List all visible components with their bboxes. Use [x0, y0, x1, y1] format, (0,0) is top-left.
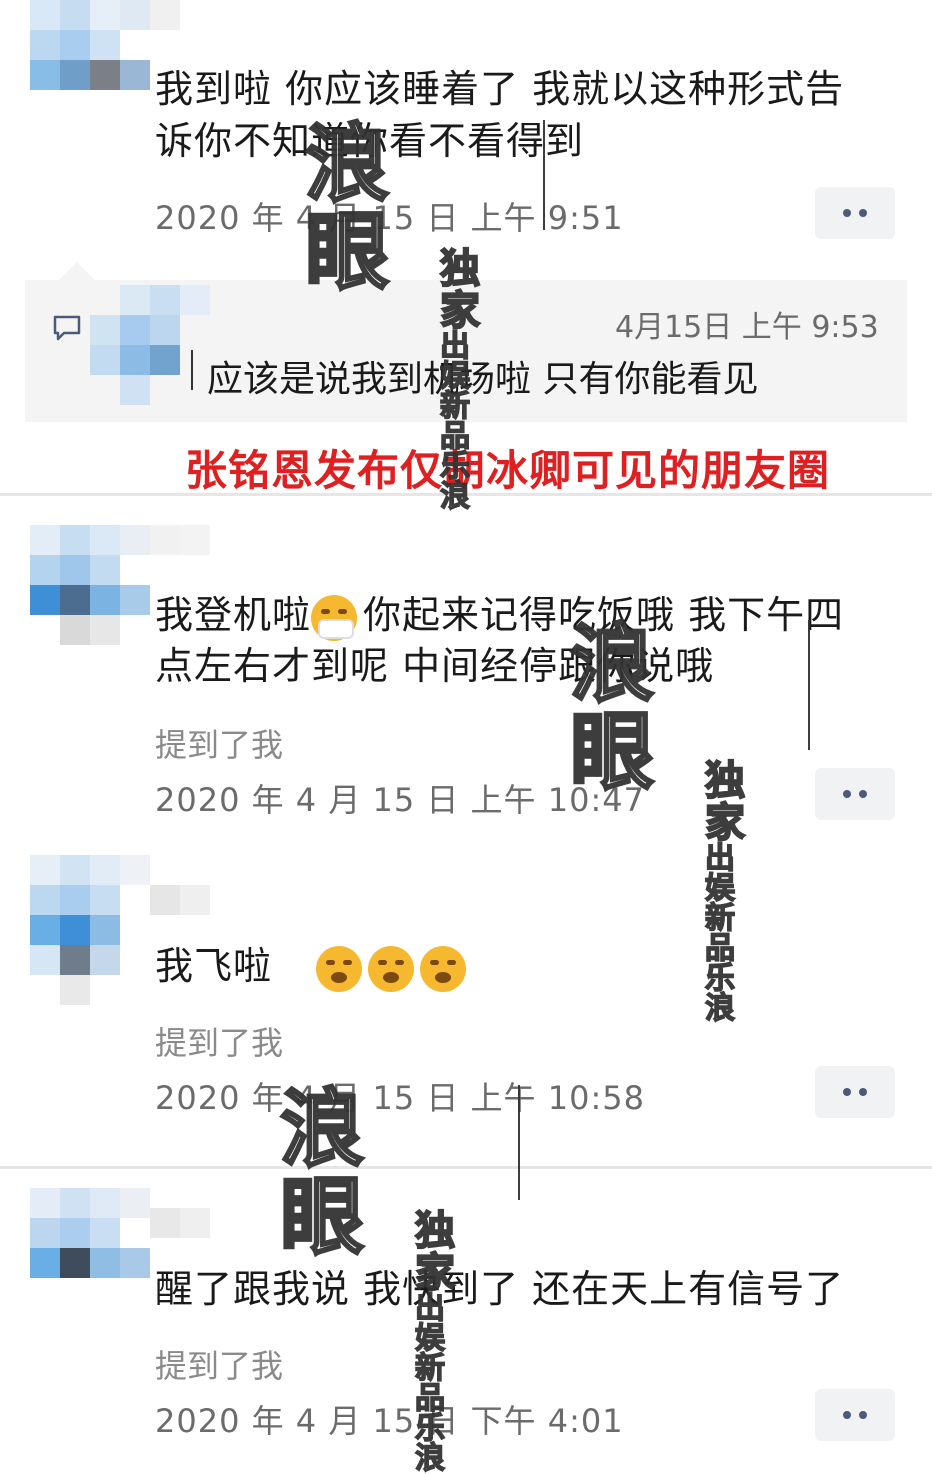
post-text: 我到啦 你应该睡着了 我就以这种形式告 — [155, 67, 845, 111]
more-dots-icon — [843, 209, 851, 217]
post-text: 醒了跟我说 我快到了 还在天上有信号了 — [155, 1267, 845, 1311]
more-dots-icon — [843, 1411, 851, 1419]
post-timestamp: 2020 年 4 月 15 日 上午 9:51 — [155, 199, 624, 237]
post-text: 点左右才到呢 中间经停跟你说哦 — [155, 644, 715, 688]
yawning-face-emoji — [316, 945, 363, 992]
mention-label: 提到了我 — [155, 1347, 284, 1385]
more-button[interactable] — [815, 1066, 895, 1118]
more-dots-icon — [843, 1088, 851, 1096]
more-dots-icon — [843, 790, 851, 798]
comment-text: 应该是说我到机场啦 只有你能看见 — [207, 359, 759, 400]
mention-label: 提到了我 — [155, 726, 284, 764]
post-text: 诉你不知道你看不看得到 — [155, 119, 585, 163]
divider — [0, 493, 932, 496]
comment-time: 4月15日 上午 9:53 — [615, 310, 879, 345]
post-timestamp: 2020 年 4 月 15 日 上午 10:47 — [155, 781, 645, 819]
post-text: 我登机啦 你起来记得吃饭哦 我下午四 — [155, 589, 844, 641]
more-button[interactable] — [815, 187, 895, 239]
comment-box: 4月15日 上午 9:53 应该是说我到机场啦 只有你能看见 — [25, 262, 907, 422]
post-timestamp: 2020 年 4 月 15 日 上午 10:58 — [155, 1079, 645, 1117]
divider — [0, 1166, 932, 1169]
comment-bubble-icon — [53, 315, 81, 341]
red-caption: 张铭恩发布仅胡冰卿可见的朋友圈 — [185, 446, 831, 495]
face-with-medical-mask-emoji — [311, 594, 358, 641]
more-button[interactable] — [815, 768, 895, 820]
post-text: 我飞啦 — [155, 940, 472, 992]
mention-label: 提到了我 — [155, 1024, 284, 1062]
post-timestamp: 2020 年 4 月 15 日 下午 4:01 — [155, 1402, 624, 1440]
yawning-face-emoji — [368, 945, 415, 992]
yawning-face-emoji — [420, 945, 467, 992]
more-button[interactable] — [815, 1389, 895, 1441]
